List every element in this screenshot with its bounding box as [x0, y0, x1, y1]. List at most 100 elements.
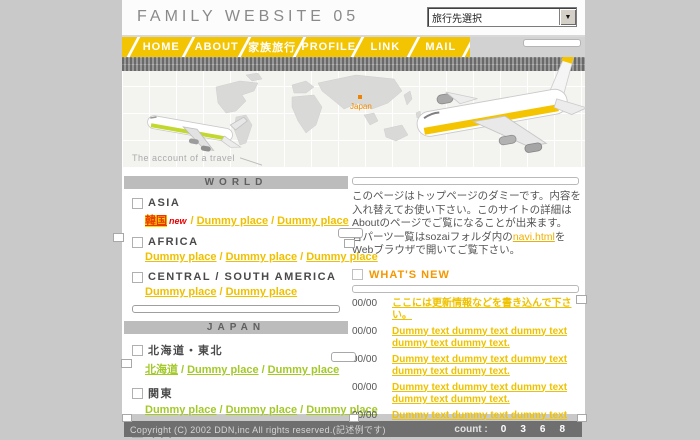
- edge-notch: [344, 239, 355, 248]
- link-korea[interactable]: 韓国: [145, 215, 167, 227]
- link-dummy-place[interactable]: Dummy place: [226, 286, 298, 298]
- banner-tagline: The account of a travel: [132, 153, 235, 163]
- world-group-africa: AFRICA Dummy place/Dummy place/Dummy pla…: [132, 236, 348, 263]
- main-content: WORLD ASIA 韓国new/Dummy place/Dummy place…: [122, 168, 585, 414]
- intro-text-2: 各パーツ一覧はsozaiフォルダ内の: [352, 231, 513, 243]
- intro-text-1: このページはトップページのダミーです。内容を入れ替えてお使い下さい。このサイトの…: [352, 190, 581, 229]
- news-date: 00/00: [352, 382, 392, 407]
- group-links: 北海道/Dummy place/Dummy place: [145, 361, 348, 377]
- link-separator: /: [217, 251, 226, 263]
- main-nav: HOME ABOUT 家族旅行 PROFILE LINK MAIL: [122, 37, 585, 57]
- nav-item-link[interactable]: LINK: [359, 41, 411, 53]
- edge-notch: [113, 233, 124, 242]
- dropdown-arrow-icon[interactable]: ▼: [559, 9, 576, 25]
- group-label-row: 関東: [132, 385, 348, 401]
- link-separator: /: [297, 404, 306, 416]
- group-label-row: 北海道・東北: [132, 342, 348, 358]
- decorative-pill: [523, 39, 581, 47]
- news-item: 00/00 Dummy text dummy text dummy text d…: [352, 354, 583, 379]
- news-item: 00/00 Dummy text dummy text dummy text d…: [352, 326, 583, 351]
- site-header: FAMILY WEBSITE 05 旅行先選択 ▼: [122, 0, 585, 37]
- counter-digit: 3: [520, 424, 526, 435]
- edge-notch: [338, 228, 363, 238]
- counter-digit: 0: [501, 424, 507, 435]
- news-item: 00/00 ここには更新情報などを書き込んで下さい。: [352, 298, 583, 323]
- counter-digit: 6: [540, 424, 546, 435]
- page: FAMILY WEBSITE 05 旅行先選択 ▼ HOME ABOUT 家族旅…: [0, 0, 700, 440]
- link-dummy-place[interactable]: Dummy place: [187, 364, 259, 376]
- visitor-counter: count : 0 3 6 8: [454, 424, 582, 435]
- link-dummy-place[interactable]: Dummy place: [145, 286, 217, 298]
- site-title: FAMILY WEBSITE 05: [137, 8, 359, 26]
- group-label-row: AFRICA: [132, 236, 348, 248]
- news-date: 00/00: [352, 326, 392, 351]
- link-separator: /: [297, 251, 306, 263]
- destinations-column: WORLD ASIA 韓国new/Dummy place/Dummy place…: [124, 168, 348, 440]
- large-airplane-icon: [411, 57, 589, 169]
- link-dummy-place[interactable]: Dummy place: [197, 215, 269, 227]
- link-hokkaido[interactable]: 北海道: [145, 364, 178, 376]
- navi-html-link[interactable]: navi.html: [513, 231, 555, 243]
- banner: Japan: [122, 71, 585, 168]
- japan-group-hokkaido-tohoku: 北海道・東北 北海道/Dummy place/Dummy place: [132, 342, 348, 377]
- group-label: CENTRAL / SOUTH AMERICA: [148, 271, 337, 283]
- group-label: ASIA: [148, 197, 180, 209]
- japan-marker-icon: [358, 95, 362, 99]
- group-label-row: CENTRAL / SOUTH AMERICA: [132, 271, 348, 283]
- news-link[interactable]: Dummy text dummy text dummy text dummy t…: [392, 382, 583, 407]
- news-date: 00/00: [352, 298, 392, 323]
- group-links: Dummy place/Dummy place: [145, 286, 348, 298]
- nav-right-spacer: [470, 37, 585, 57]
- square-bullet-icon: [132, 345, 143, 356]
- counter-label: count :: [454, 424, 487, 435]
- new-badge: new: [169, 216, 187, 226]
- nav-item-profile[interactable]: PROFILE: [301, 41, 356, 53]
- edge-notch: [349, 414, 359, 422]
- link-separator: /: [178, 364, 187, 376]
- square-bullet-icon: [132, 237, 143, 248]
- world-section-header: WORLD: [124, 176, 348, 189]
- square-bullet-icon: [132, 198, 143, 209]
- edge-notch: [122, 414, 132, 422]
- decorative-pill-bar: [352, 177, 579, 185]
- counter-digit: 8: [559, 424, 565, 435]
- square-bullet-icon: [132, 388, 143, 399]
- nav-item-about[interactable]: ABOUT: [190, 41, 242, 53]
- footer-bar: Copyright (C) 2002 DDN,inc All rights re…: [124, 421, 582, 437]
- japan-section-header: JAPAN: [124, 321, 348, 334]
- news-link[interactable]: Dummy text dummy text dummy text dummy t…: [392, 326, 583, 351]
- edge-notch: [331, 352, 356, 362]
- group-links: Dummy place/Dummy place/Dummy place: [145, 251, 348, 263]
- nav-item-mail[interactable]: MAIL: [415, 41, 467, 53]
- square-bullet-icon: [132, 272, 143, 283]
- destination-select-value: 旅行先選択: [428, 10, 559, 25]
- link-separator: /: [188, 215, 197, 227]
- news-link[interactable]: ここには更新情報などを書き込んで下さい。: [392, 298, 583, 323]
- japan-group-kanto: 関東 Dummy place/Dummy place/Dummy place: [132, 385, 348, 416]
- copyright-text: Copyright (C) 2002 DDN,inc All rights re…: [124, 423, 454, 436]
- link-dummy-place[interactable]: Dummy place: [226, 251, 298, 263]
- edge-notch: [121, 359, 132, 368]
- link-separator: /: [259, 364, 268, 376]
- link-dummy-place[interactable]: Dummy place: [226, 404, 298, 416]
- link-dummy-place[interactable]: Dummy place: [145, 251, 217, 263]
- edge-notch: [577, 414, 587, 422]
- link-dummy-place[interactable]: Dummy place: [268, 364, 340, 376]
- decorative-pill-bar: [352, 285, 579, 293]
- link-separator: /: [217, 286, 226, 298]
- news-link[interactable]: Dummy text dummy text dummy text dummy t…: [392, 354, 583, 379]
- group-label: AFRICA: [148, 236, 199, 248]
- site-column: FAMILY WEBSITE 05 旅行先選択 ▼ HOME ABOUT 家族旅…: [122, 0, 585, 440]
- destination-select[interactable]: 旅行先選択 ▼: [427, 7, 577, 27]
- link-separator: /: [268, 215, 277, 227]
- link-dummy-place[interactable]: Dummy place: [145, 404, 217, 416]
- nav-item-home[interactable]: HOME: [135, 41, 187, 53]
- group-links: Dummy place/Dummy place/Dummy place: [145, 404, 348, 416]
- link-dummy-place[interactable]: Dummy place: [277, 215, 349, 227]
- whats-new-title: WHAT'S NEW: [369, 269, 450, 281]
- nav-bar: HOME ABOUT 家族旅行 PROFILE LINK MAIL: [122, 37, 470, 57]
- edge-notch: [576, 295, 587, 304]
- decorative-input-bar: [132, 305, 340, 313]
- nav-item-family-travel[interactable]: 家族旅行: [246, 39, 298, 55]
- japan-map-label: Japan: [350, 102, 372, 111]
